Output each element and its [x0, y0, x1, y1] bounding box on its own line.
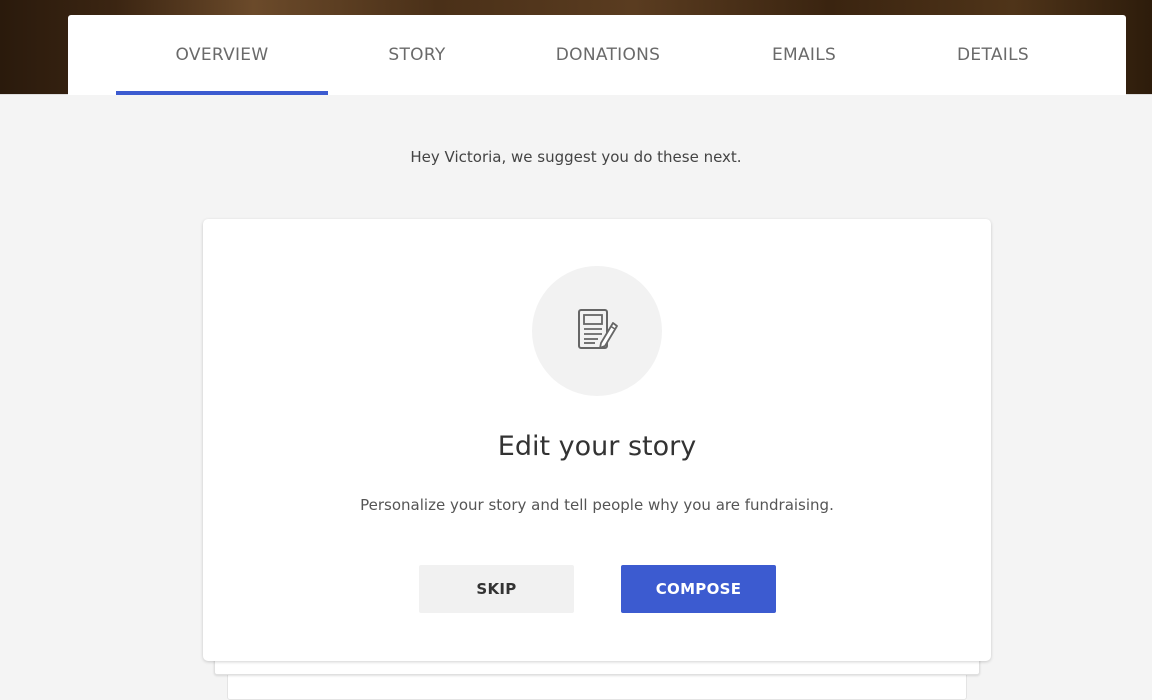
suggestion-text: Hey Victoria, we suggest you do these ne…	[410, 148, 742, 166]
suggestion-card: Edit your story Personalize your story a…	[203, 219, 991, 661]
card-title: Edit your story	[497, 431, 697, 462]
tab-overview[interactable]: OVERVIEW	[116, 15, 328, 95]
skip-button[interactable]: SKIP	[419, 565, 574, 613]
compose-button[interactable]: COMPOSE	[621, 565, 776, 613]
card-description: Personalize your story and tell people w…	[360, 496, 834, 514]
tab-emails[interactable]: EMAILS	[744, 15, 864, 95]
icon-circle	[532, 266, 662, 396]
tab-donations[interactable]: DONATIONS	[528, 15, 688, 95]
document-edit-icon	[578, 309, 618, 349]
tab-details[interactable]: DETAILS	[928, 15, 1058, 95]
tab-story[interactable]: STORY	[362, 15, 472, 95]
tab-bar: OVERVIEW STORY DONATIONS EMAILS DETAILS	[68, 15, 1126, 95]
